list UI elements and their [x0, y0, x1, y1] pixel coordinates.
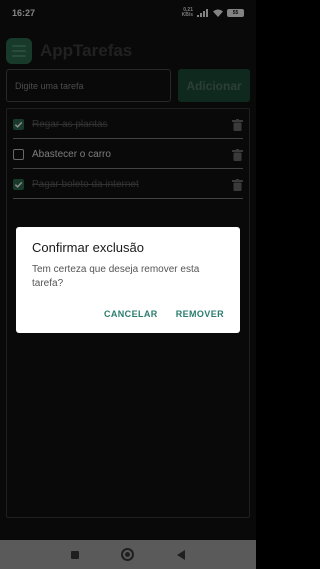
- home-icon[interactable]: [121, 548, 135, 561]
- dialog-title: Confirmar exclusão: [32, 240, 144, 255]
- remove-button[interactable]: REMOVER: [176, 309, 224, 319]
- system-nav-bar: [0, 540, 256, 569]
- cancel-button[interactable]: CANCELAR: [104, 309, 158, 319]
- back-icon[interactable]: [176, 549, 185, 560]
- confirm-delete-dialog: Confirmar exclusão Tem certeza que desej…: [16, 227, 240, 333]
- recents-icon[interactable]: [71, 550, 80, 559]
- dialog-actions: CANCELAR REMOVER: [104, 309, 224, 319]
- dialog-message: Tem certeza que deseja remover esta tare…: [32, 264, 200, 289]
